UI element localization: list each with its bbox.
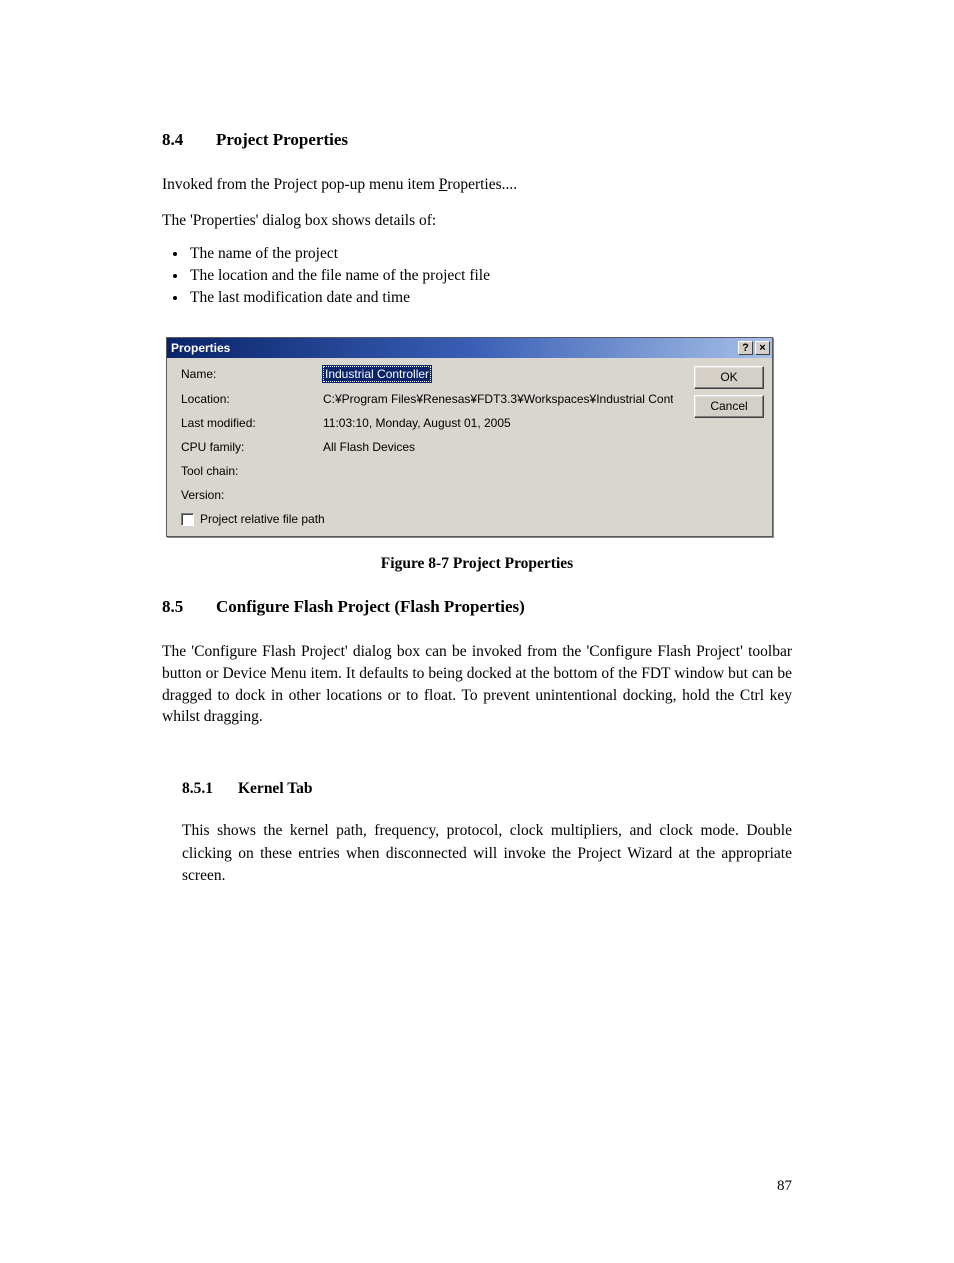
- row-location: Location: C:¥Program Files¥Renesas¥FDT3.…: [175, 392, 764, 406]
- button-column: OK Cancel: [694, 366, 764, 424]
- section-title: Project Properties: [216, 130, 348, 149]
- value-last-modified: 11:03:10, Monday, August 01, 2005: [323, 416, 511, 430]
- value-location: C:¥Program Files¥Renesas¥FDT3.3¥Workspac…: [323, 392, 673, 406]
- bullet-list: The name of the project The location and…: [162, 245, 792, 307]
- dialog-body: OK Cancel Name: Industrial Controller Lo…: [167, 358, 772, 536]
- row-cpu-family: CPU family: All Flash Devices: [175, 440, 764, 454]
- page: 8.4Project Properties Invoked from the P…: [0, 0, 954, 1263]
- label-location: Location:: [181, 392, 323, 406]
- para-invoked-from: Invoked from the Project pop-up menu ite…: [162, 174, 792, 196]
- project-relative-checkbox[interactable]: [181, 513, 194, 526]
- list-item: The location and the file name of the pr…: [188, 267, 792, 285]
- ok-button[interactable]: OK: [694, 366, 764, 389]
- row-name: Name: Industrial Controller: [175, 366, 764, 382]
- subsection-number: 8.5.1: [182, 780, 238, 798]
- page-number: 87: [777, 1178, 792, 1195]
- cancel-button[interactable]: Cancel: [694, 395, 764, 418]
- label-version: Version:: [181, 488, 323, 502]
- row-version: Version:: [175, 488, 764, 502]
- row-last-modified: Last modified: 11:03:10, Monday, August …: [175, 416, 764, 430]
- label-cpu-family: CPU family:: [181, 440, 323, 454]
- checkbox-row: Project relative file path: [175, 512, 764, 526]
- label-name: Name:: [181, 367, 323, 381]
- help-icon[interactable]: ?: [738, 341, 753, 355]
- subsection-title: Kernel Tab: [238, 780, 313, 798]
- label-last-modified: Last modified:: [181, 416, 323, 430]
- section-heading-8-4: 8.4Project Properties: [162, 130, 792, 150]
- section-number: 8.5: [162, 597, 216, 617]
- value-name[interactable]: Industrial Controller: [323, 366, 431, 382]
- subsection-heading-8-5-1: 8.5.1Kernel Tab: [182, 780, 792, 798]
- dialog-titlebar: Properties ? ×: [167, 338, 772, 358]
- label-tool-chain: Tool chain:: [181, 464, 323, 478]
- figure-caption: Figure 8-7 Project Properties: [162, 555, 792, 573]
- para-kernel-tab: This shows the kernel path, frequency, p…: [182, 820, 792, 887]
- properties-dialog: Properties ? × OK Cancel Name: Industria…: [166, 337, 773, 537]
- close-icon[interactable]: ×: [755, 341, 770, 355]
- para-shows-details: The 'Properties' dialog box shows detail…: [162, 210, 792, 232]
- row-tool-chain: Tool chain:: [175, 464, 764, 478]
- list-item: The last modification date and time: [188, 289, 792, 307]
- list-item: The name of the project: [188, 245, 792, 263]
- section-title: Configure Flash Project (Flash Propertie…: [216, 597, 525, 616]
- titlebar-buttons: ? ×: [738, 341, 770, 355]
- value-cpu-family: All Flash Devices: [323, 440, 415, 454]
- checkbox-label: Project relative file path: [200, 512, 325, 526]
- section-heading-8-5: 8.5Configure Flash Project (Flash Proper…: [162, 597, 792, 617]
- dialog-title: Properties: [171, 341, 738, 355]
- para-configure-flash: The 'Configure Flash Project' dialog box…: [162, 641, 792, 728]
- section-number: 8.4: [162, 130, 216, 150]
